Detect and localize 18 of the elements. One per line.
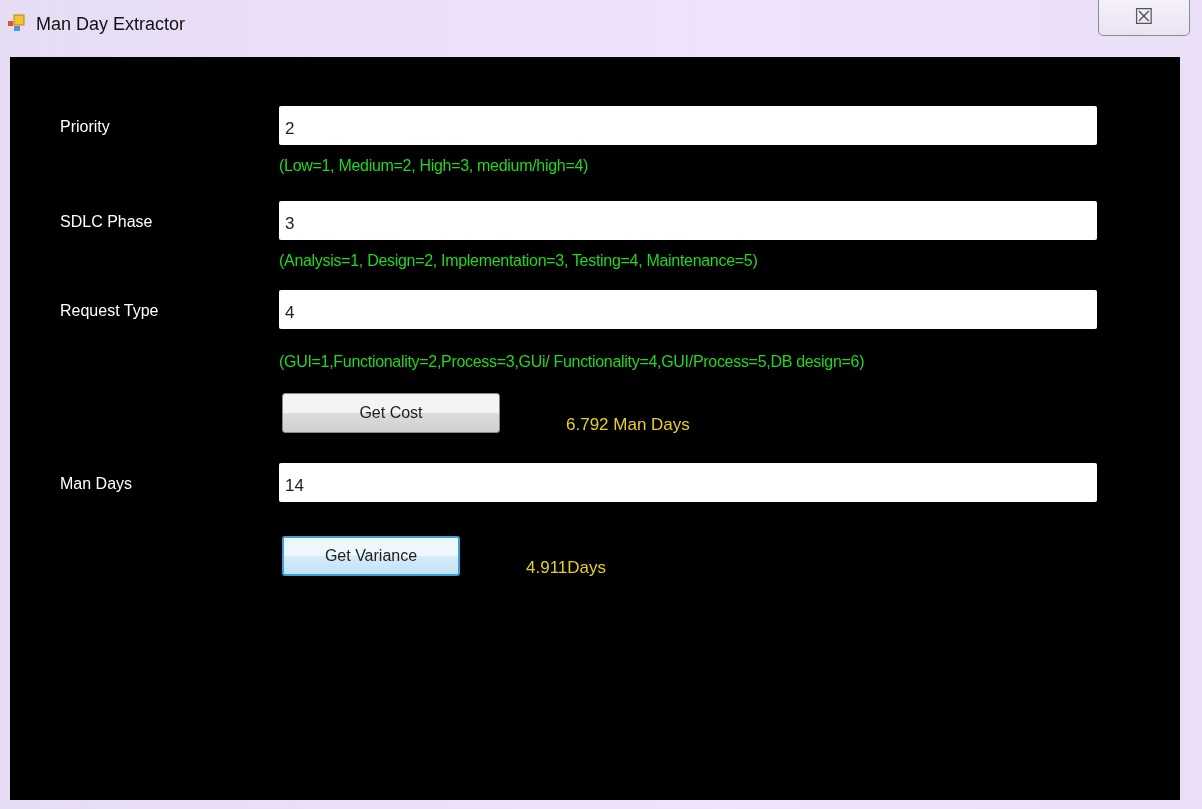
window-icon bbox=[8, 14, 28, 32]
result-text: 6.792 Man Days bbox=[566, 415, 690, 435]
hint-text: (Low=1, Medium=2, High=3, medium/high=4) bbox=[279, 157, 590, 175]
input-field[interactable]: 3 bbox=[279, 201, 1097, 240]
field-label: Man Days bbox=[59, 474, 134, 494]
action-button[interactable]: Get Variance bbox=[282, 536, 460, 576]
input-field[interactable]: 14 bbox=[279, 463, 1097, 502]
hint-text: (Analysis=1, Design=2, Implementation=3, Testing=4, Maintenance=5) bbox=[279, 252, 759, 270]
hint-text: (GUI=1,Functionality=2,Process=3,GUi/ Functionality=4,GUI/Process=5,DB design=6) bbox=[279, 353, 866, 371]
action-button[interactable]: Get Cost bbox=[282, 393, 500, 433]
input-field[interactable]: 4 bbox=[279, 290, 1097, 329]
field-label: Priority bbox=[59, 117, 111, 137]
close-button[interactable]: ☒ bbox=[1098, 0, 1190, 36]
result-text: 4.911Days bbox=[526, 558, 606, 578]
field-label: SDLC Phase bbox=[59, 212, 154, 232]
window-title: Man Day Extractor bbox=[36, 14, 186, 35]
field-label: Request Type bbox=[59, 301, 160, 321]
input-field[interactable]: 2 bbox=[279, 106, 1097, 145]
